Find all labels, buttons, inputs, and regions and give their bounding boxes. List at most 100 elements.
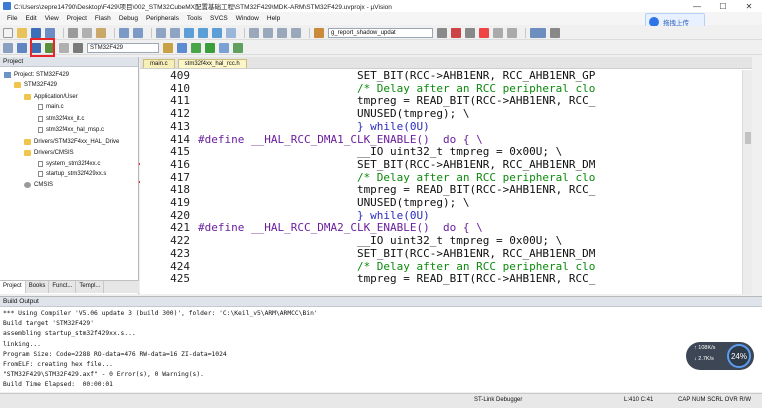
code-text: } while(0U) [198, 119, 430, 133]
comment-icon[interactable] [277, 27, 287, 38]
select-device-icon[interactable] [219, 42, 229, 53]
tab-main-c[interactable]: main.c [143, 59, 175, 68]
bookmark-icon[interactable] [184, 27, 194, 38]
save-icon[interactable] [31, 27, 41, 38]
tab-books[interactable]: Books [26, 281, 50, 293]
clear-bookmarks-icon[interactable] [226, 27, 236, 38]
close-icon[interactable]: ✕ [736, 0, 762, 12]
unindent-icon[interactable] [263, 27, 273, 38]
folder-icon [24, 150, 31, 156]
new-file-icon[interactable] [3, 27, 13, 38]
menu-peripherals[interactable]: Peripherals [142, 15, 183, 22]
prev-bookmark-icon[interactable] [198, 27, 208, 38]
line-number: 423 [170, 246, 190, 260]
code-line[interactable]: 425 tmpreg = READ_BIT(RCC->AHB1ENR, RCC_ [140, 272, 752, 286]
tab-hal-rcc-h[interactable]: stm32f4xx_hal_rcc.h [177, 59, 247, 68]
maximize-icon[interactable]: ☐ [710, 0, 736, 12]
cut-icon[interactable] [68, 27, 78, 38]
nav-forward-icon[interactable] [170, 27, 180, 38]
menu-tools[interactable]: Tools [183, 15, 206, 22]
menu-edit[interactable]: Edit [21, 15, 40, 22]
target-icon [14, 82, 21, 88]
editor-tabs: main.c stm32f4xx_hal_rcc.h [140, 57, 752, 69]
copy-icon[interactable] [82, 27, 92, 38]
code-line[interactable]: 412 UNUSED(tmpreg); \ [140, 107, 752, 121]
window-controls: — ☐ ✕ [684, 0, 762, 12]
tab-templates[interactable]: Templ... [76, 281, 105, 293]
pack-installer-icon[interactable] [191, 42, 201, 53]
target-combo[interactable]: STM32F429 [87, 42, 159, 53]
find-in-files-icon[interactable] [314, 27, 324, 38]
tab-project[interactable]: Project [0, 281, 26, 293]
tree-file-startup[interactable]: startup_stm32f429xx.s [38, 169, 106, 179]
next-bookmark-icon[interactable] [212, 27, 222, 38]
build-icon[interactable] [17, 42, 27, 53]
build-toolbar: STM32F429 [0, 41, 762, 55]
menu-help[interactable]: Help [263, 15, 284, 22]
tree-label: system_stm32f4xx.c [46, 161, 101, 167]
code-line[interactable]: 416 SET_BIT(RCC->AHB1ENR, RCC_AHB1ENR_DM [140, 158, 752, 172]
file-icon [38, 104, 43, 110]
code-line[interactable]: 409 SET_BIT(RCC->AHB1ENR, RCC_AHB1ENR_GP [140, 70, 752, 83]
highlight-build-button [30, 38, 55, 57]
rte-icon[interactable] [205, 42, 215, 53]
tree-file-main[interactable]: main.c [38, 102, 64, 112]
build-output-line: Build target 'STM32F429' [3, 320, 94, 328]
scrollbar-thumb[interactable] [745, 132, 751, 144]
translate-icon[interactable] [3, 42, 13, 53]
menu-debug[interactable]: Debug [115, 15, 142, 22]
disable-breakpoint-icon[interactable] [493, 27, 503, 38]
indent-icon[interactable] [249, 27, 259, 38]
tree-cmsis-component[interactable]: CMSIS [24, 180, 53, 190]
find-icon[interactable] [437, 27, 447, 38]
menu-view[interactable]: View [41, 15, 63, 22]
redo-icon[interactable] [133, 27, 143, 38]
tree-file-system[interactable]: system_stm32f4xx.c [38, 159, 100, 169]
paste-icon[interactable] [96, 27, 106, 38]
uncomment-icon[interactable] [291, 27, 301, 38]
manage-components-icon[interactable] [177, 42, 187, 53]
build-output-line: linking... [3, 340, 41, 348]
folder-icon [24, 94, 31, 100]
target-options-icon[interactable] [73, 42, 83, 53]
debug-start-icon[interactable] [451, 27, 461, 38]
breakpoint-icon[interactable] [465, 27, 475, 38]
menu-project[interactable]: Project [63, 15, 91, 22]
minimize-icon[interactable]: — [684, 0, 710, 12]
tree-label: STM32F429 [24, 82, 58, 88]
save-all-icon[interactable] [45, 27, 55, 38]
window-layout-icon[interactable] [530, 27, 546, 38]
nav-back-icon[interactable] [156, 27, 166, 38]
undo-icon[interactable] [119, 27, 129, 38]
code-area[interactable]: 409 SET_BIT(RCC->AHB1ENR, RCC_AHB1ENR_GP… [140, 70, 752, 294]
code-line[interactable]: 419 UNUSED(tmpreg); \ [140, 196, 752, 210]
find-combo[interactable]: g_report_shadow_updat [328, 27, 433, 38]
editor-vertical-scrollbar[interactable] [742, 70, 752, 294]
tab-functions[interactable]: Funct... [49, 281, 77, 293]
kill-breakpoints-icon[interactable] [507, 27, 517, 38]
stop-build-icon[interactable] [59, 42, 69, 53]
menu-svcs[interactable]: SVCS [206, 15, 232, 22]
code-line[interactable]: 413 } while(0U) [140, 119, 752, 134]
menu-flash[interactable]: Flash [91, 15, 115, 22]
open-folder-icon[interactable] [17, 27, 27, 38]
code-line[interactable]: 423 SET_BIT(RCC->AHB1ENR, RCC_AHB1ENR_DM [140, 246, 752, 261]
tree-group-cmsis[interactable]: Drivers/CMSIS [24, 148, 74, 158]
tree-project-root[interactable]: Project: STM32F429 [4, 70, 69, 80]
insert-breakpoint-icon[interactable] [479, 27, 489, 38]
file-icon [38, 116, 43, 122]
env-icon[interactable] [233, 42, 243, 53]
code-line[interactable]: 422 __IO uint32_t tmpreg = 0x00U; \ [140, 234, 752, 248]
config-icon[interactable] [550, 27, 560, 38]
tree-file-it[interactable]: stm32f4xx_it.c [38, 114, 84, 124]
menu-file[interactable]: File [3, 15, 21, 22]
tree-file-msp[interactable]: stm32f4xx_hal_msp.c [38, 125, 104, 135]
menu-window[interactable]: Window [232, 15, 263, 22]
tree-target[interactable]: STM32F429 [14, 80, 57, 90]
network-speed-widget[interactable]: ↑ 108K/s ↓ 2.7K/s 24% [686, 342, 754, 370]
options-for-target-icon[interactable] [163, 42, 173, 53]
tree-group-application[interactable]: Application/User [24, 92, 78, 102]
project-panel-title: Project [0, 57, 138, 67]
code-line[interactable]: 415 __IO uint32_t tmpreg = 0x00U; \ [140, 145, 752, 159]
tree-group-hal-driver[interactable]: Drivers/STM32F4xx_HAL_Drive [24, 137, 119, 147]
